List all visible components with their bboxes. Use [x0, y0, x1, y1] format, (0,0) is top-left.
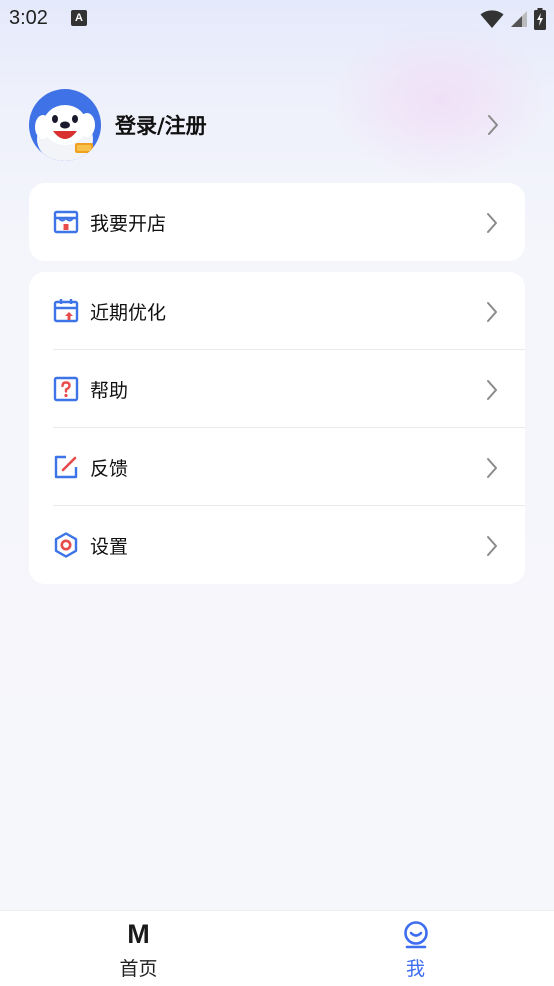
tab-me[interactable]: 我	[277, 911, 554, 986]
menu-item-label: 近期优化	[90, 301, 167, 324]
cellular-signal-icon	[511, 11, 527, 27]
status-time: 3:02	[9, 7, 48, 29]
battery-charging-icon	[534, 8, 546, 30]
mascot-dog-avatar	[29, 89, 101, 161]
me-face-icon	[403, 921, 428, 949]
bottom-tab-bar: M 首页 我	[0, 910, 554, 986]
menu-item-label: 帮助	[90, 379, 129, 402]
menu-item-label: 我要开店	[90, 212, 167, 235]
chevron-right-icon	[487, 302, 497, 322]
menu-card: 近期优化 帮助 反馈 设置	[29, 272, 525, 584]
open-shop-card: 我要开店	[29, 183, 525, 261]
avatar[interactable]	[29, 89, 101, 161]
chevron-right-icon	[487, 536, 497, 556]
notification-a-icon: A	[71, 10, 87, 26]
store-icon	[53, 210, 79, 234]
menu-item-label: 反馈	[90, 457, 129, 480]
menu-item-label: 设置	[90, 535, 129, 558]
menu-item-feedback[interactable]: 反馈	[29, 428, 525, 506]
calendar-upgrade-icon	[53, 299, 79, 323]
menu-item-recent-updates[interactable]: 近期优化	[29, 272, 525, 350]
home-m-logo-icon: M	[127, 919, 150, 949]
tab-home[interactable]: M 首页	[0, 911, 277, 986]
system-icons	[480, 8, 546, 30]
menu-item-settings[interactable]: 设置	[29, 506, 525, 584]
chevron-right-icon	[488, 115, 498, 135]
feedback-edit-icon	[54, 455, 78, 479]
menu-item-open-shop[interactable]: 我要开店	[29, 183, 525, 261]
settings-hexagon-icon	[54, 532, 78, 558]
wifi-icon	[480, 10, 504, 28]
tab-home-label: 首页	[119, 958, 158, 980]
status-bar: 3:02 A	[0, 0, 554, 38]
help-icon	[53, 376, 79, 402]
login-register-link[interactable]: 登录/注册	[115, 110, 525, 140]
menu-item-help[interactable]: 帮助	[29, 350, 525, 428]
chevron-right-icon	[487, 458, 497, 478]
chevron-right-icon	[487, 380, 497, 400]
profile-login-row[interactable]: 登录/注册	[29, 89, 525, 161]
chevron-right-icon	[487, 213, 497, 233]
tab-me-label: 我	[405, 958, 425, 980]
